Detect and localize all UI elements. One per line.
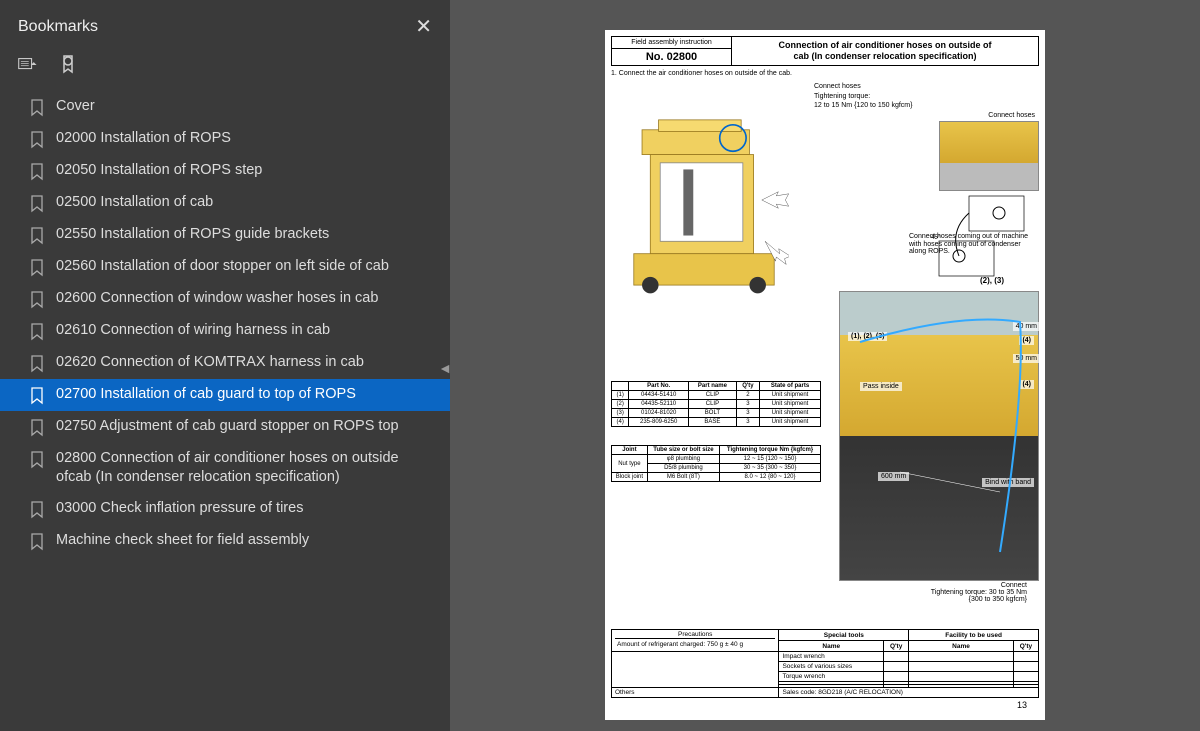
bookmark-list: Cover 02000 Installation of ROPS 02050 Ins… xyxy=(0,87,450,731)
parts-table: Part No.Part nameQ'tyState of parts(1)04… xyxy=(611,381,821,427)
bookmark-icon xyxy=(30,533,44,551)
bookmark-icon xyxy=(30,227,44,245)
bookmark-label: 02500 Installation of cab xyxy=(56,193,438,212)
photo-condenser xyxy=(939,121,1039,191)
bookmark-item[interactable]: 02610 Connection of wiring harness in ca… xyxy=(0,315,450,347)
bookmark-item[interactable]: 02050 Installation of ROPS step xyxy=(0,155,450,187)
bookmark-item[interactable]: 02560 Installation of door stopper on le… xyxy=(0,251,450,283)
bookmark-item[interactable]: 02700 Installation of cab guard to top o… xyxy=(0,379,450,411)
note-torque2b: {300 to 350 kgfcm} xyxy=(931,596,1027,603)
ribbon-icon[interactable] xyxy=(58,55,78,75)
torque-table: JointTube size or bolt sizeTightening to… xyxy=(611,445,821,482)
bookmark-item[interactable]: 02750 Adjustment of cab guard stopper on… xyxy=(0,411,450,443)
bookmark-icon xyxy=(30,419,44,437)
doc-number: No. 02800 xyxy=(612,49,731,65)
note-torque1b: 12 to 15 Nm {120 to 150 kgfcm} xyxy=(814,102,1039,110)
bookmark-item[interactable]: 02500 Installation of cab xyxy=(0,187,450,219)
bookmark-icon xyxy=(30,259,44,277)
step-1-text: 1. Connect the air conditioner hoses on … xyxy=(611,70,1039,77)
bookmark-item[interactable]: 03000 Check inflation pressure of tires xyxy=(0,493,450,525)
bookmark-icon xyxy=(30,291,44,309)
bookmark-icon xyxy=(30,501,44,519)
options-icon[interactable] xyxy=(18,55,38,75)
bookmark-label: 02560 Installation of door stopper on le… xyxy=(56,257,438,276)
pdf-page: Field assembly instruction No. 02800 Con… xyxy=(605,30,1045,720)
bookmark-icon xyxy=(30,451,44,469)
bookmark-icon xyxy=(30,355,44,373)
note-connect-hoses: Connect hoses xyxy=(814,83,1039,91)
bookmark-icon xyxy=(30,99,44,117)
bookmark-label: 02000 Installation of ROPS xyxy=(56,129,438,148)
document-viewport[interactable]: Field assembly instruction No. 02800 Con… xyxy=(450,0,1200,731)
bookmark-item[interactable]: Machine check sheet for field assembly xyxy=(0,525,450,557)
bookmark-icon xyxy=(30,195,44,213)
close-icon[interactable]: ✕ xyxy=(415,14,432,39)
note-torque2: Tightening torque: 30 to 35 Nm xyxy=(931,589,1027,596)
note-torque1: Tightening torque: xyxy=(814,93,1039,101)
bookmark-label: 03000 Check inflation pressure of tires xyxy=(56,499,438,518)
bookmark-label: 02700 Installation of cab guard to top o… xyxy=(56,385,438,404)
bookmark-item[interactable]: 02000 Installation of ROPS xyxy=(0,123,450,155)
bookmark-label: 02750 Adjustment of cab guard stopper on… xyxy=(56,417,438,436)
bookmark-label: 02610 Connection of wiring harness in ca… xyxy=(56,321,438,340)
bookmark-label: 02600 Connection of window washer hoses … xyxy=(56,289,438,308)
sidebar-header: Bookmarks ✕ xyxy=(0,0,450,49)
note-connect2: Connect xyxy=(931,582,1027,589)
bookmark-label: 02800 Connection of air conditioner hose… xyxy=(56,449,438,487)
bookmark-item[interactable]: 02550 Installation of ROPS guide bracket… xyxy=(0,219,450,251)
doc-header: Field assembly instruction No. 02800 Con… xyxy=(611,36,1039,66)
sidebar-title: Bookmarks xyxy=(18,18,98,36)
bookmark-item[interactable]: Cover xyxy=(0,91,450,123)
doc-title: Connection of air conditioner hoses on o… xyxy=(732,37,1038,65)
bookmark-icon xyxy=(30,131,44,149)
bookmark-label: 02550 Installation of ROPS guide bracket… xyxy=(56,225,438,244)
bookmark-icon xyxy=(30,163,44,181)
bookmarks-toolbar xyxy=(0,49,450,87)
bookmark-label: Cover xyxy=(56,97,438,116)
bookmark-label: Machine check sheet for field assembly xyxy=(56,531,438,550)
field-instruction-label: Field assembly instruction xyxy=(612,37,731,49)
cab-illustration xyxy=(619,105,789,295)
bookmark-icon xyxy=(30,387,44,405)
bookmark-item[interactable]: 02600 Connection of window washer hoses … xyxy=(0,283,450,315)
bottom-table: Precautions Amount of refrigerant charge… xyxy=(611,629,1039,698)
page-number: 13 xyxy=(1017,700,1027,710)
photo-cab-main: (1), (2), (3) Pass inside Bind with band… xyxy=(839,291,1039,581)
collapse-icon[interactable]: ◄ xyxy=(438,360,452,376)
note-side: Connect hoses coming out of machine with… xyxy=(909,233,1029,256)
bookmark-item[interactable]: 02800 Connection of air conditioner hose… xyxy=(0,443,450,493)
bookmark-icon xyxy=(30,323,44,341)
bookmark-label: 02050 Installation of ROPS step xyxy=(56,161,438,180)
bookmark-item[interactable]: 02620 Connection of KOMTRAX harness in c… xyxy=(0,347,450,379)
ref-23: (2), (3) xyxy=(980,276,1004,285)
bookmarks-panel: Bookmarks ✕ Cover 02000 Installation of R… xyxy=(0,0,450,731)
bookmark-label: 02620 Connection of KOMTRAX harness in c… xyxy=(56,353,438,372)
note-connect-hoses2: Connect hoses xyxy=(814,112,1035,120)
